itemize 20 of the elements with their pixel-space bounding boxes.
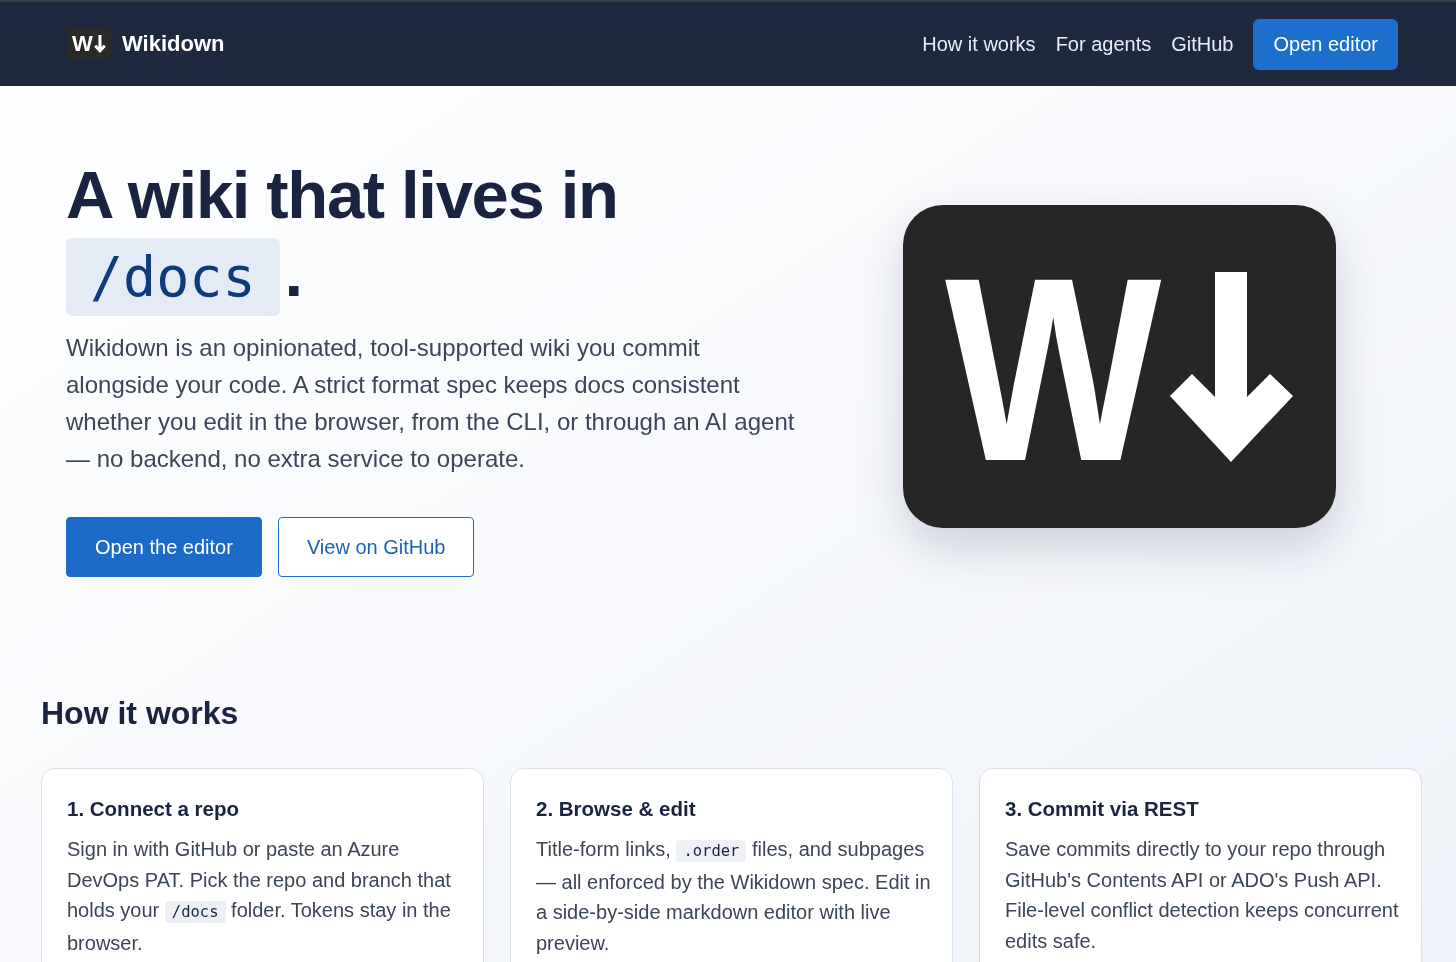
hero-title: A wiki that lives in /docs . <box>66 156 786 316</box>
card-title: 3. Commit via REST <box>1005 796 1200 822</box>
card-title: 1. Connect a repo <box>67 796 240 822</box>
logo-letter: W <box>945 274 1162 465</box>
logo-letter: W <box>72 33 93 55</box>
view-on-github-button[interactable]: View on GitHub <box>277 517 475 577</box>
card-description: Title-form links, .order files, and subpages — all enforced by the Wikidown spec. Edit in a side-by-side markdown editor with live preview. <box>536 837 932 956</box>
open-the-editor-button[interactable]: Open the editor <box>66 517 262 577</box>
arrow-down-icon <box>1170 271 1294 462</box>
card-title: 2. Browse & edit <box>536 796 697 822</box>
arrow-down-icon <box>93 35 106 53</box>
nav-link[interactable]: How it works <box>922 34 1036 54</box>
card-description: Sign in with GitHub or paste an Azure DevOps PAT. Pick the repo and branch that holds your /docs folder. Tokens stay in the browser. <box>67 837 452 956</box>
hero-description: Wikidown is an opinionated, tool-supported wiki you commit alongside your code. A strict format spec keeps docs consistent whether you edit in the browser, from the CLI, or through an AI agent — no backend, no extra service to operate. <box>66 333 796 474</box>
open-editor-button[interactable]: Open editor <box>1253 18 1398 70</box>
nav-link[interactable]: GitHub <box>1171 34 1234 54</box>
section-heading: How it works <box>41 694 240 733</box>
card-description: Save commits directly to your repo through GitHub's Contents API or ADO's Push API. File-level conflict detection keeps concurrent edits safe. <box>1005 837 1400 954</box>
brand-link[interactable]: Wikidown <box>122 33 225 55</box>
nav-link[interactable]: For agents <box>1055 34 1152 54</box>
